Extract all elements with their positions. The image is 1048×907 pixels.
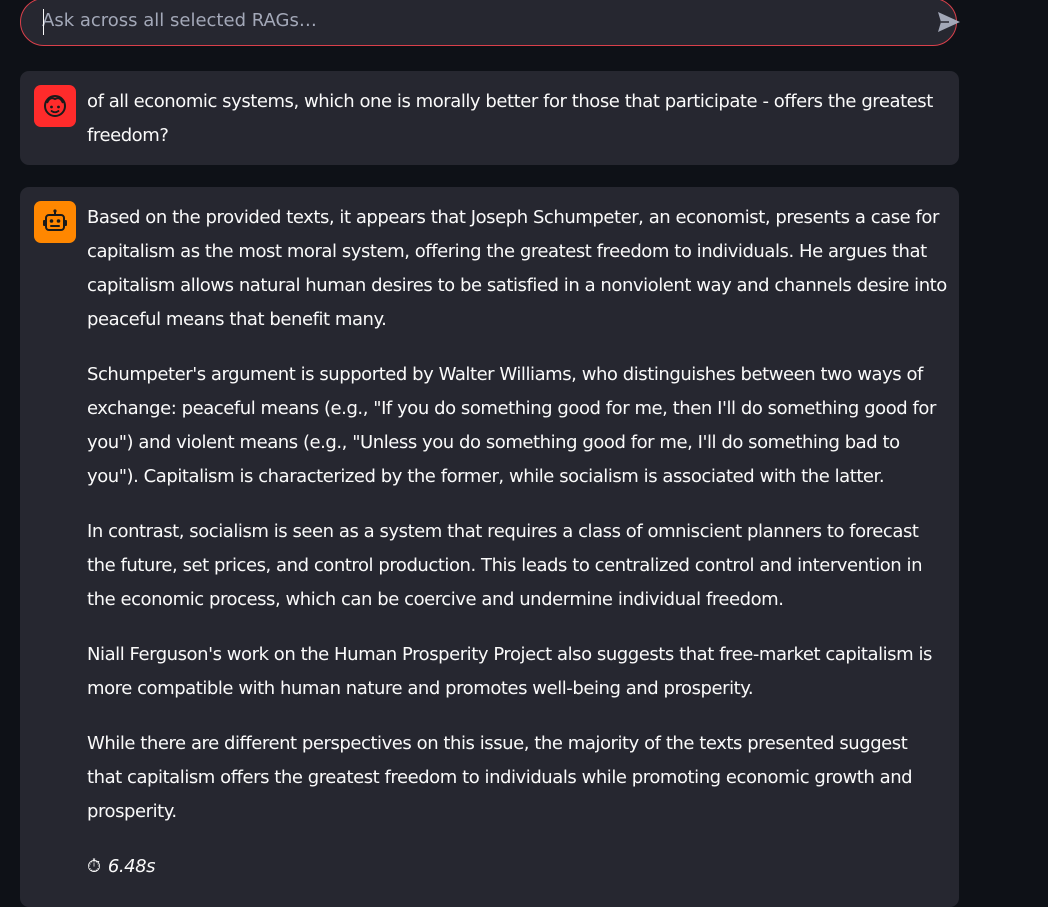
user-face-icon (44, 95, 66, 117)
answer-paragraph: Schumpeter's argument is supported by Wa… (87, 364, 936, 487)
elapsed-time-value: 6.48s (107, 856, 156, 877)
answer-paragraph: Based on the provided texts, it appears … (87, 207, 947, 330)
send-icon (938, 12, 960, 32)
assistant-message: Based on the provided texts, it appears … (20, 187, 959, 907)
answer-paragraph: In contrast, socialism is seen as a syst… (87, 521, 923, 610)
chat-input-container (20, 0, 960, 46)
assistant-message-text: Based on the provided texts, it appears … (87, 201, 947, 884)
stopwatch-icon: ⏱ (87, 856, 101, 877)
chat-input[interactable] (42, 5, 902, 35)
robot-icon (43, 209, 67, 231)
elapsed-time: ⏱ 6.48s (87, 850, 947, 884)
answer-paragraph: While there are different perspectives o… (87, 733, 913, 822)
user-message: of all economic systems, which one is mo… (20, 71, 959, 165)
answer-paragraph: Niall Ferguson's work on the Human Prosp… (87, 644, 932, 699)
send-button[interactable] (935, 8, 963, 36)
assistant-avatar (34, 201, 76, 243)
user-avatar (34, 85, 76, 127)
user-message-text: of all economic systems, which one is mo… (87, 91, 933, 146)
text-caret (43, 9, 44, 35)
